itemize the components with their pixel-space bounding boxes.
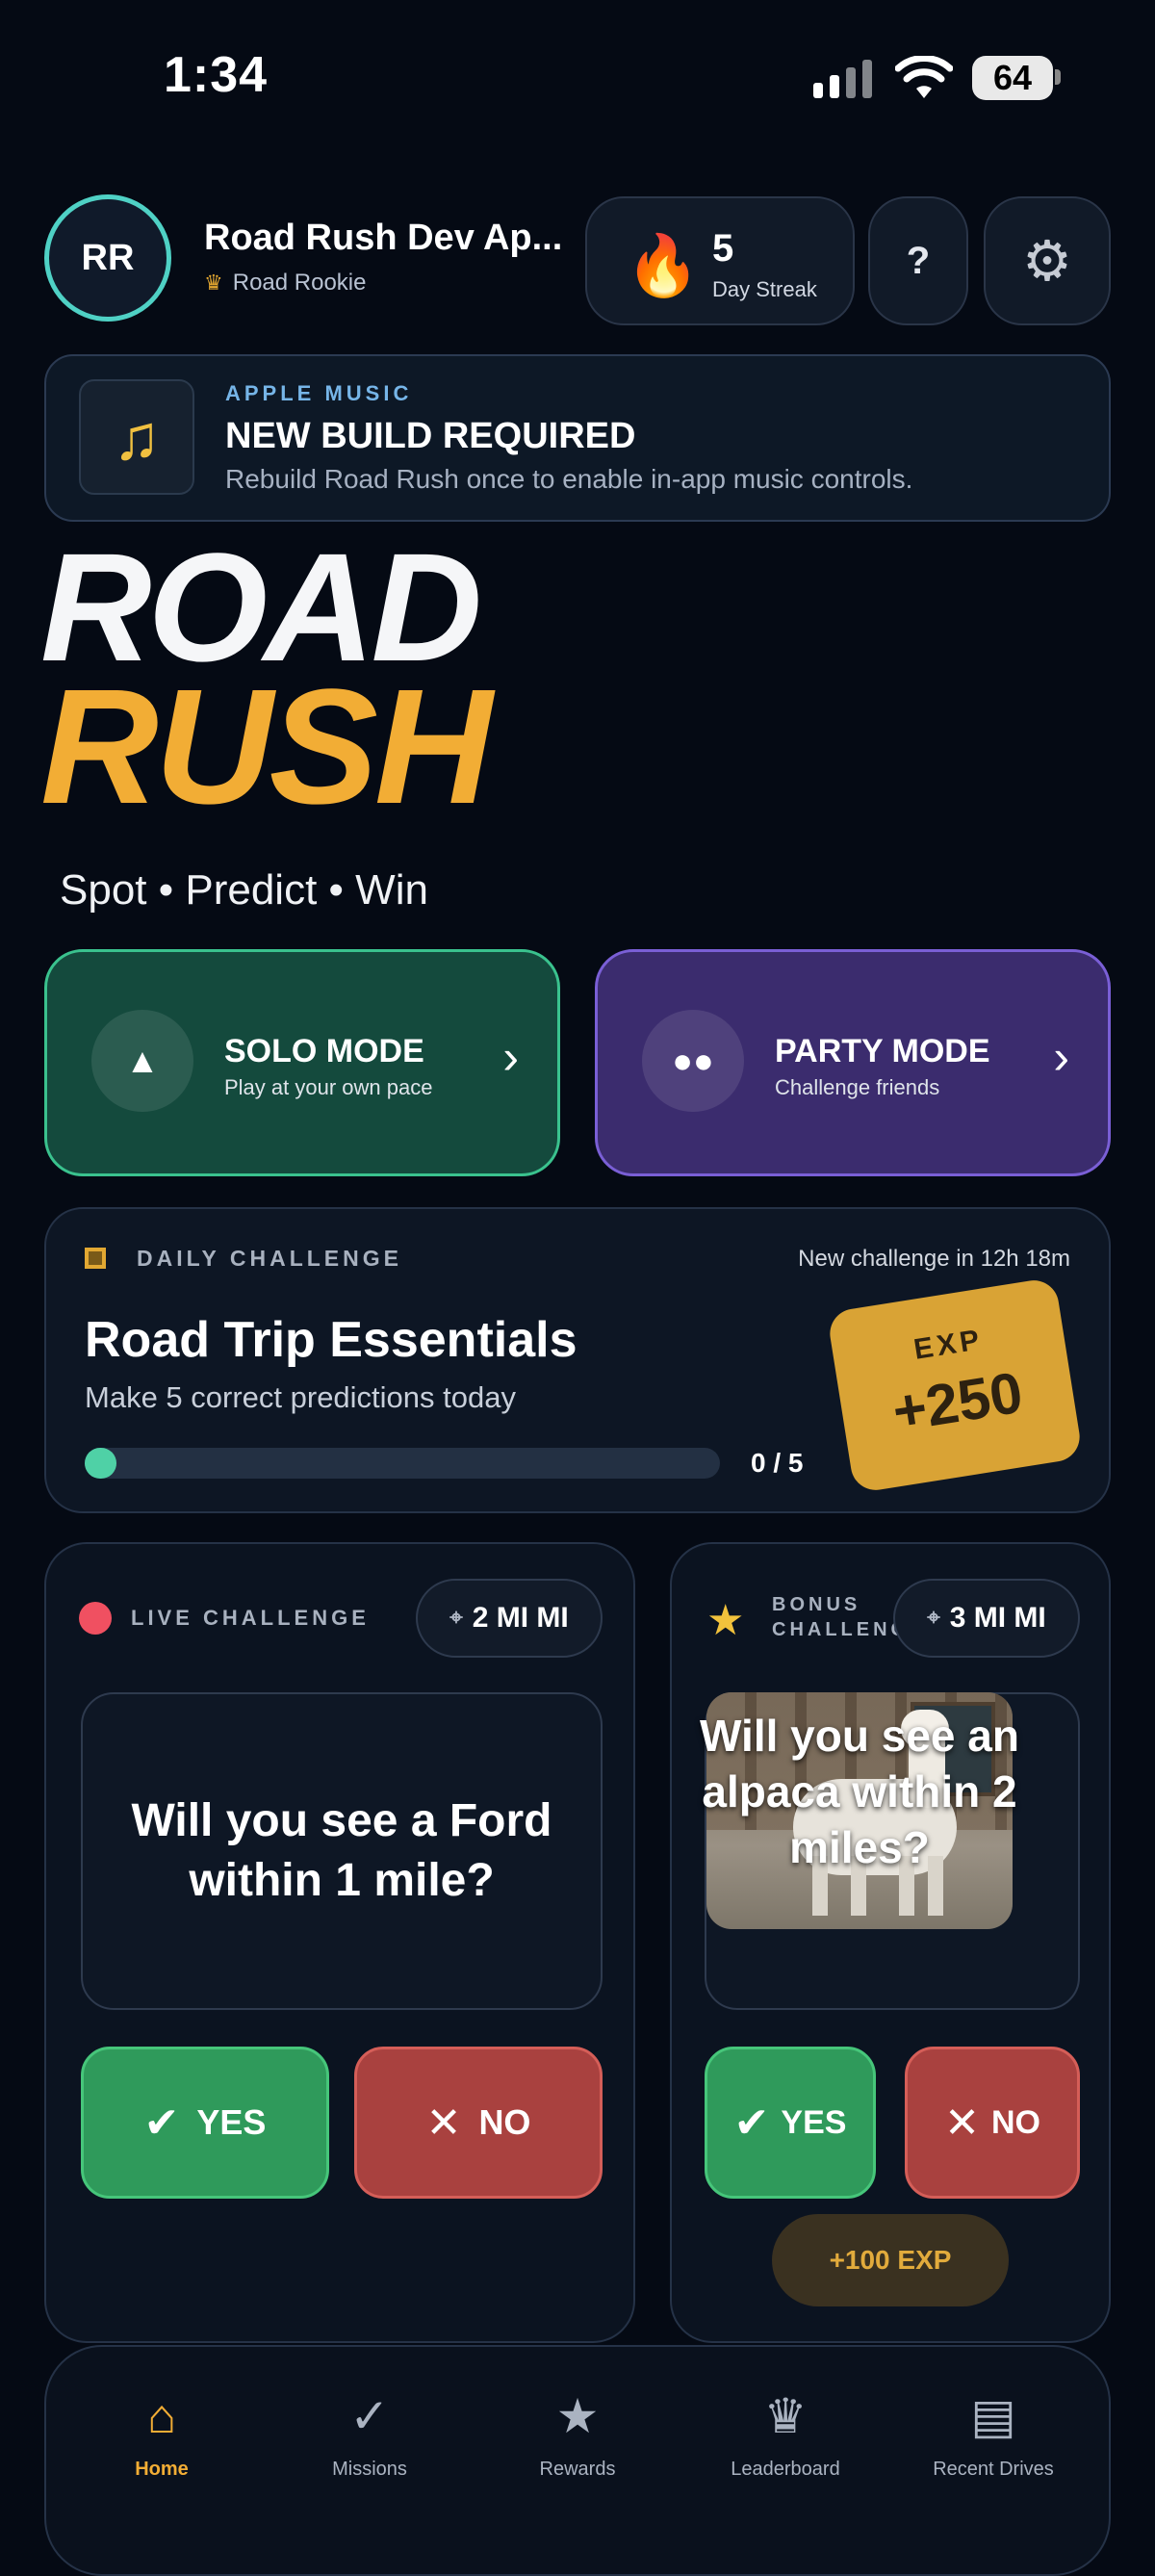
star-icon: ★ (555, 2389, 600, 2443)
logo-rush: RUSH (40, 656, 493, 838)
crown-icon: ♛ (204, 270, 223, 295)
chevron-right-icon: › (502, 1030, 519, 1084)
avatar[interactable]: RR (44, 194, 171, 322)
party-mode-subtitle: Challenge friends (775, 1075, 940, 1099)
live-kicker: LIVE CHALLENGE (131, 1606, 370, 1630)
streak-count: 5 (712, 227, 734, 270)
daily-progress-text: 0 / 5 (751, 1448, 804, 1478)
user-name: Road Rush Dev Ap... (204, 218, 563, 258)
bonus-exp-badge: +100 EXP (772, 2214, 1009, 2306)
live-no-label: NO (478, 2102, 531, 2142)
music-note-icon: ♫ (79, 379, 194, 495)
daily-progress-fill (85, 1448, 116, 1479)
bottom-nav: ⌂ Home ✓ Missions ★ Rewards ♛ Leaderboar… (44, 2345, 1111, 2576)
music-subtitle: Rebuild Road Rush once to enable in-app … (225, 464, 913, 494)
music-kicker: APPLE MUSIC (225, 381, 413, 405)
rank-label: Road Rookie (232, 270, 367, 296)
flame-icon: 🔥 (626, 233, 701, 299)
close-icon: ✕ (944, 2099, 980, 2147)
tagline: Spot • Predict • Win (60, 866, 428, 914)
bonus-kicker-line1: BONUS (772, 1594, 861, 1615)
live-yes-button[interactable]: ✔ YES (81, 2047, 329, 2199)
check-icon: ✓ (349, 2389, 390, 2443)
live-question: Will you see a Ford within 1 mile? (81, 1692, 603, 2010)
status-time: 1:34 (164, 47, 269, 103)
nav-missions-label: Missions (332, 2459, 407, 2480)
bonus-kicker-line2: CHALLENGE (772, 1619, 907, 1640)
live-distance: 2 MI MI (472, 1602, 569, 1634)
user-rank: ♛ Road Rookie (204, 270, 366, 296)
nav-recent-drives-label: Recent Drives (933, 2459, 1054, 2480)
crosshair-icon: ⌖ (449, 1605, 463, 1631)
daily-kicker: DAILY CHALLENGE (137, 1246, 402, 1271)
daily-challenge-card[interactable]: DAILY CHALLENGE New challenge in 12h 18m… (44, 1207, 1111, 1513)
live-dot-icon (79, 1602, 112, 1635)
nav-leaderboard-label: Leaderboard (731, 2459, 840, 2480)
solo-mode-subtitle: Play at your own pace (224, 1075, 433, 1099)
nav-home[interactable]: ⌂ Home (65, 2385, 258, 2481)
star-icon: ★ (706, 1597, 745, 1644)
nav-leaderboard[interactable]: ♛ Leaderboard (689, 2385, 882, 2481)
two-dots-icon: ●● (642, 1010, 744, 1112)
daily-title: Road Trip Essentials (85, 1312, 578, 1368)
wifi-icon (894, 55, 954, 105)
battery-tip (1055, 69, 1061, 85)
daily-timer: New challenge in 12h 18m (798, 1246, 1070, 1272)
home-icon: ⌂ (146, 2389, 177, 2443)
exp-reward-card: EXP +250 (826, 1276, 1084, 1494)
triangle-icon: ▲ (91, 1010, 193, 1112)
list-icon: ▤ (970, 2389, 1016, 2443)
bonus-question: Will you see an alpaca within 2 miles? (700, 1711, 1019, 1872)
music-title: NEW BUILD REQUIRED (225, 416, 636, 456)
gear-icon: ⚙ (1022, 230, 1072, 293)
live-no-button[interactable]: ✕ NO (354, 2047, 603, 2199)
party-mode-button[interactable]: ●● PARTY MODE Challenge friends › (595, 949, 1111, 1176)
streak-label: Day Streak (712, 277, 817, 301)
bonus-yes-label: YES (781, 2103, 847, 2141)
bonus-challenge-card: ★ BONUS CHALLENGE ⌖ 3 MI MI Will you see … (670, 1542, 1111, 2343)
party-mode-title: PARTY MODE (775, 1033, 990, 1069)
check-icon: ✔ (733, 2099, 770, 2147)
crosshair-icon: ⌖ (927, 1605, 940, 1631)
solo-mode-button[interactable]: ▲ SOLO MODE Play at your own pace › (44, 949, 560, 1176)
cellular-signal-icon (813, 56, 875, 98)
live-challenge-card: LIVE CHALLENGE ⌖ 2 MI MI Will you see a F… (44, 1542, 635, 2343)
live-yes-label: YES (196, 2102, 267, 2142)
live-distance-badge: ⌖ 2 MI MI (416, 1579, 603, 1658)
solo-mode-title: SOLO MODE (224, 1033, 424, 1069)
nav-rewards-label: Rewards (539, 2459, 616, 2480)
nav-recent-drives[interactable]: ▤ Recent Drives (897, 2385, 1090, 2481)
bonus-distance: 3 MI MI (949, 1602, 1046, 1634)
crown-icon: ♛ (763, 2389, 808, 2443)
close-icon: ✕ (425, 2099, 462, 2147)
bonus-yes-button[interactable]: ✔ YES (705, 2047, 876, 2199)
streak-pill[interactable]: 🔥 5 Day Streak (585, 196, 855, 325)
bonus-no-button[interactable]: ✕ NO (905, 2047, 1080, 2199)
daily-subtitle: Make 5 correct predictions today (85, 1380, 516, 1414)
help-button[interactable]: ? (868, 196, 968, 325)
bonus-kicker: BONUS CHALLENGE (772, 1592, 907, 1642)
check-icon: ✔ (143, 2099, 180, 2147)
nav-missions[interactable]: ✓ Missions (273, 2385, 466, 2481)
battery-indicator: 64 (972, 56, 1053, 100)
calendar-square-icon (85, 1248, 106, 1269)
daily-progress-bar (85, 1448, 720, 1479)
bonus-distance-badge: ⌖ 3 MI MI (893, 1579, 1080, 1658)
nav-home-label: Home (135, 2459, 189, 2480)
nav-rewards[interactable]: ★ Rewards (481, 2385, 674, 2481)
settings-button[interactable]: ⚙ (984, 196, 1111, 325)
music-banner[interactable]: ♫ APPLE MUSIC NEW BUILD REQUIRED Rebuild… (44, 354, 1111, 522)
chevron-right-icon: › (1053, 1030, 1069, 1084)
bonus-no-label: NO (990, 2103, 1040, 2141)
